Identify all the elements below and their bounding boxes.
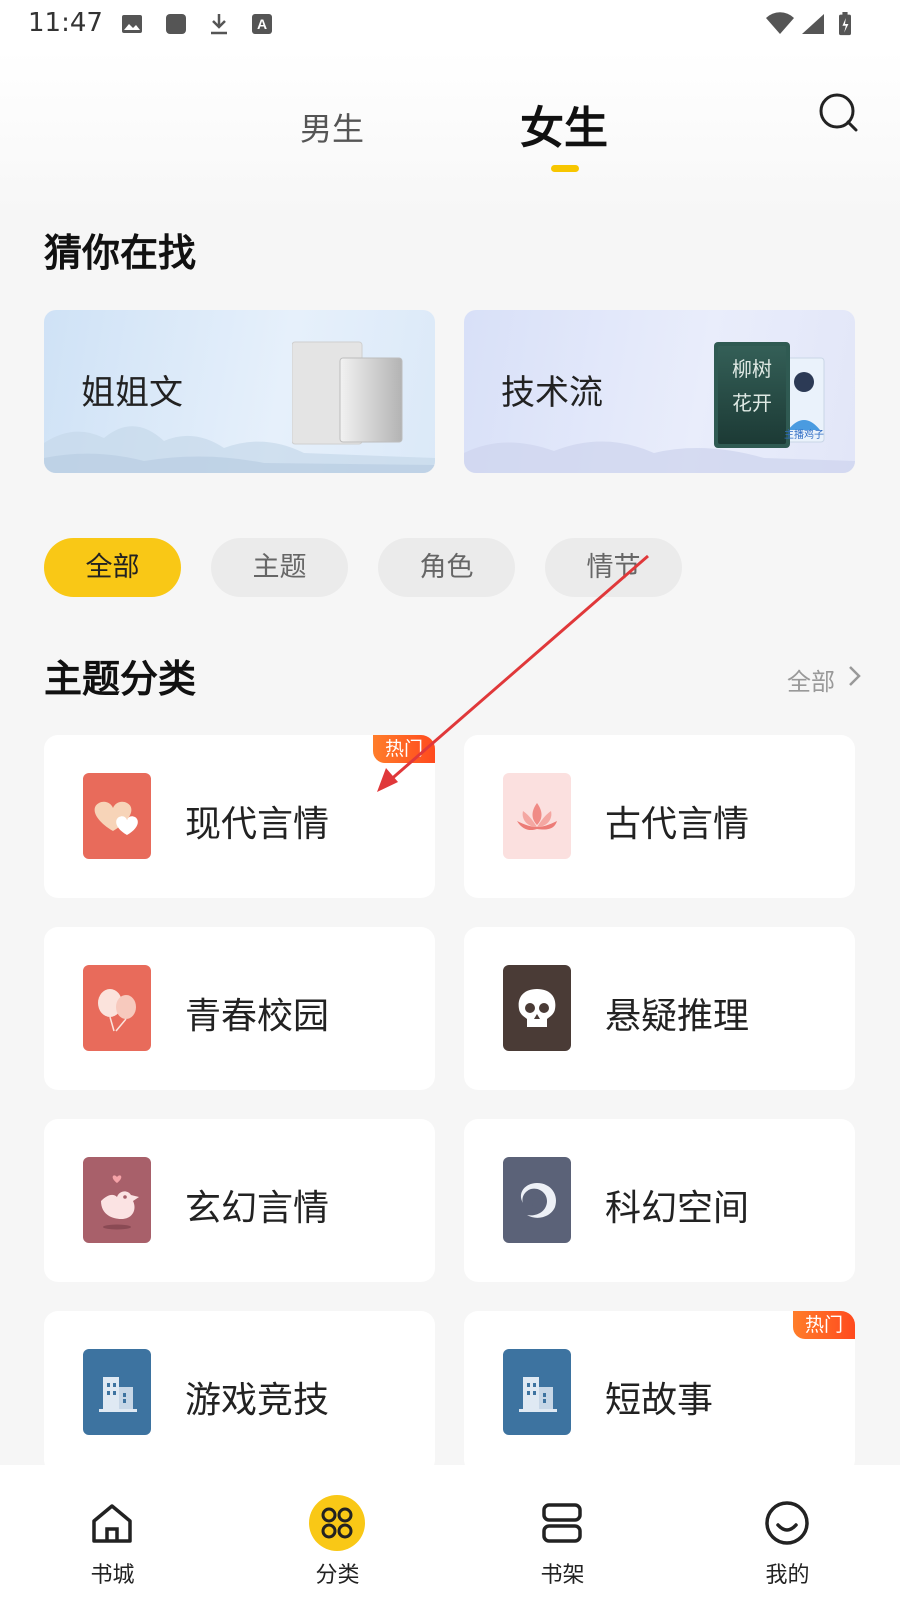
view-all-link[interactable]: 全部 [787,662,835,697]
filter-chip-theme[interactable]: 主题 [211,538,348,597]
status-time: 11:47 [28,8,103,38]
home-icon [92,1504,132,1543]
wifi-icon [766,12,794,34]
category-icon [309,1495,365,1551]
book-cover-placeholder [292,341,403,445]
guess-card-label: 技术流 [501,373,603,413]
book-cover-text: 柳树 [732,357,772,381]
guess-card-jishu[interactable]: 技术流 柳树 花开 主播鸡子 [464,310,855,473]
chevron-right-icon[interactable] [846,664,862,688]
tab-male[interactable]: 男生 [300,104,364,150]
category-label: 科幻空间 [605,1188,750,1229]
tab-indicator [551,165,579,172]
swirl-icon [503,1157,571,1243]
nav-item-bookstore[interactable]: 书城 [0,1465,225,1600]
category-label: 青春校园 [185,996,330,1037]
category-label: 玄幻言情 [185,1188,330,1229]
nav-item-mine[interactable]: 我的 [675,1465,900,1600]
battery-icon [839,12,851,36]
category-label: 游戏竞技 [185,1380,330,1421]
nav-label: 分类 [315,1563,360,1588]
skull-icon [503,965,571,1051]
nav-label: 我的 [765,1563,810,1588]
font-icon: A [252,14,272,34]
category-label: 短故事 [605,1380,714,1421]
category-card-mystery[interactable]: 悬疑推理 [464,927,855,1090]
image-icon [122,15,142,33]
bottom-nav: 书城 分类 书架 我的 [0,1465,900,1600]
tab-female[interactable]: 女生 [520,92,608,156]
category-label: 现代言情 [185,804,330,845]
hot-badge: 热门 [792,1311,855,1339]
balloons-icon [83,965,151,1051]
bird-icon [83,1157,151,1243]
nav-item-bookshelf[interactable]: 书架 [450,1465,675,1600]
svg-text:A: A [257,16,267,32]
lotus-icon [503,773,571,859]
nav-item-category[interactable]: 分类 [225,1465,450,1600]
bookshelf-icon [542,1503,582,1543]
nav-label: 书城 [90,1563,135,1588]
book-cover-text: 主播鸡子 [784,428,824,441]
category-card-scifi[interactable]: 科幻空间 [464,1119,855,1282]
category-card-ancient-romance[interactable]: 古代言情 [464,735,855,898]
nav-label: 书架 [540,1563,585,1588]
hot-badge: 热门 [372,735,435,763]
category-label: 悬疑推理 [605,996,750,1037]
book-cover-text: 花开 [732,391,772,415]
category-card-short-story[interactable]: 短故事 热门 [464,1311,855,1474]
topic-section-title: 主题分类 [44,656,197,701]
smile-icon [765,1501,809,1545]
search-icon[interactable] [816,90,862,136]
app-icon [166,14,186,34]
guess-card-label: 姐姐文 [81,373,183,413]
filter-chip-role[interactable]: 角色 [378,538,515,597]
category-label: 古代言情 [605,804,750,845]
category-card-modern-romance[interactable]: 现代言情 热门 [44,735,435,898]
book-cover-art: 柳树 花开 主播鸡子 [714,342,825,448]
signal-icon [802,14,824,34]
guess-card-jiejie[interactable]: 姐姐文 [44,310,435,473]
filter-chip-plot[interactable]: 情节 [545,538,682,597]
guess-section-title: 猜你在找 [44,230,197,275]
status-bar: 11:47 A [0,0,900,50]
category-card-fantasy-romance[interactable]: 玄幻言情 [44,1119,435,1282]
building-icon [83,1349,151,1435]
category-card-campus[interactable]: 青春校园 [44,927,435,1090]
building-icon [503,1349,571,1435]
header: 男生 女生 [0,50,900,210]
download-icon [211,14,227,35]
category-card-gaming[interactable]: 游戏竞技 [44,1311,435,1474]
hearts-icon [83,773,151,859]
filter-chip-all[interactable]: 全部 [44,538,181,597]
